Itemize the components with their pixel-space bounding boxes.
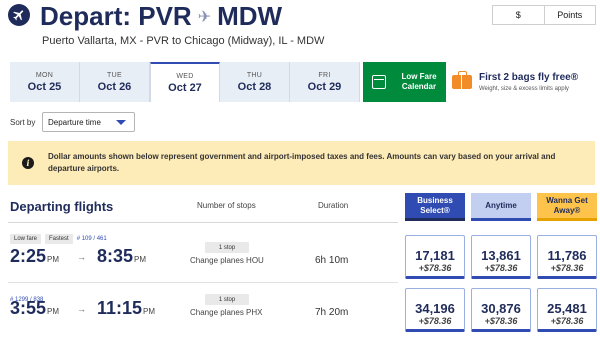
arrow-right-icon: → <box>77 252 86 262</box>
info-icon: i <box>22 157 34 169</box>
fare-points: 30,876 <box>481 301 521 316</box>
arrow-right-icon: → <box>77 304 86 314</box>
sort-label: Sort by <box>10 118 36 127</box>
date-tab-date: Oct 27 <box>168 81 202 94</box>
low-fare-calendar-label: Low Fare Calendar <box>401 72 437 91</box>
fare-header-anytime[interactable]: Anytime <box>471 193 531 221</box>
depart-ampm: PM <box>47 307 60 316</box>
fare-tax: +$78.36 <box>418 316 452 326</box>
date-tab-dow: FRI <box>318 71 331 79</box>
low-fare-calendar-button[interactable]: Low Fare Calendar <box>363 62 446 102</box>
arrive-time: 11:15PM <box>97 298 155 319</box>
date-tab-date: Oct 29 <box>307 80 342 93</box>
fees-notice: i Dollar amounts shown below represent g… <box>8 141 595 185</box>
arrive-time-value: 8:35 <box>97 246 134 266</box>
currency-toggle: $ Points <box>492 5 596 25</box>
fare-points: 17,181 <box>415 248 455 263</box>
fare-tax: +$78.36 <box>550 263 584 273</box>
stops-badge[interactable]: 1 stop <box>205 294 249 305</box>
currency-dollar-option[interactable]: $ <box>493 6 545 24</box>
fare-button-wanna-get-away[interactable]: 25,481 +$78.36 <box>537 288 597 332</box>
fare-button-wanna-get-away[interactable]: 11,786 +$78.36 <box>537 235 597 279</box>
header-divider <box>8 222 398 223</box>
chevron-down-icon <box>116 119 126 125</box>
date-tab-date: Oct 28 <box>237 80 272 93</box>
currency-points-option[interactable]: Points <box>544 6 595 24</box>
fare-tax: +$78.36 <box>550 316 584 326</box>
flight-numbers[interactable]: # 109 / 461 <box>77 236 107 242</box>
bags-promo-subtitle: Weight, size & excess limits apply <box>479 86 569 92</box>
low-fare-badge: Low fare <box>10 234 42 244</box>
fare-button-anytime[interactable]: 13,861 +$78.36 <box>471 235 531 279</box>
date-tab-date: Oct 25 <box>27 80 62 93</box>
depart-time-value: 2:25 <box>10 246 47 266</box>
plane-icon <box>8 4 30 26</box>
depart-time-value: 3:55 <box>10 298 47 318</box>
title-prefix: Depart: <box>40 1 132 31</box>
date-tab-dow: THU <box>246 71 263 79</box>
depart-time: 2:25PM <box>10 246 59 267</box>
stops-badge[interactable]: 1 stop <box>205 242 249 253</box>
depart-ampm: PM <box>47 255 60 264</box>
fare-tax: +$78.36 <box>484 316 518 326</box>
page-title: Depart: PVR ✈ MDW <box>40 1 282 32</box>
sort-select-value: Departure time <box>48 117 101 127</box>
fare-button-business-select[interactable]: 17,181 +$78.36 <box>405 235 465 279</box>
fare-tax: +$78.36 <box>484 263 518 273</box>
arrive-ampm: PM <box>143 307 156 316</box>
date-tab-thu[interactable]: THU Oct 28 <box>220 62 290 102</box>
departing-flights-heading: Departing flights <box>10 199 114 214</box>
bags-promo[interactable]: First 2 bags fly free® Weight, size & ex… <box>450 62 596 102</box>
calendar-icon <box>372 75 386 89</box>
row-divider <box>8 282 398 283</box>
fare-points: 13,861 <box>481 248 521 263</box>
fare-tax: +$78.36 <box>418 263 452 273</box>
fare-points: 34,196 <box>415 301 455 316</box>
origin-code: PVR <box>138 1 192 31</box>
date-tab-dow: MON <box>35 71 54 79</box>
change-planes-info: Change planes HOU <box>190 256 264 265</box>
date-tab-tue[interactable]: TUE Oct 26 <box>80 62 150 102</box>
fare-header-business-select[interactable]: Business Select® <box>405 193 465 221</box>
fare-button-business-select[interactable]: 34,196 +$78.36 <box>405 288 465 332</box>
fare-button-anytime[interactable]: 30,876 +$78.36 <box>471 288 531 332</box>
duration-column-header: Duration <box>318 201 349 210</box>
flight-duration: 6h 10m <box>315 255 349 266</box>
arrive-time: 8:35PM <box>97 246 146 267</box>
date-tab-dow: TUE <box>107 71 122 79</box>
arrive-ampm: PM <box>134 255 147 264</box>
date-tab-dow: WED <box>176 72 194 80</box>
flight-duration: 7h 20m <box>315 307 349 318</box>
fees-notice-text: Dollar amounts shown below represent gov… <box>48 152 556 173</box>
fastest-badge: Fastest <box>45 234 73 244</box>
date-tab-mon[interactable]: MON Oct 25 <box>10 62 80 102</box>
depart-time: 3:55PM <box>10 298 59 319</box>
plane-arrow-icon: ✈ <box>197 8 212 26</box>
date-tab-fri[interactable]: FRI Oct 29 <box>290 62 360 102</box>
bags-promo-title: First 2 bags fly free® <box>479 72 579 83</box>
sort-select[interactable]: Departure time <box>42 112 135 132</box>
date-selector: MON Oct 25 TUE Oct 26 WED Oct 27 THU Oct… <box>10 62 360 102</box>
date-tab-date: Oct 26 <box>97 80 132 93</box>
destination-code: MDW <box>217 1 283 31</box>
arrive-time-value: 11:15 <box>97 298 143 318</box>
route-description: Puerto Vallarta, MX - PVR to Chicago (Mi… <box>42 35 325 47</box>
stops-column-header: Number of stops <box>197 201 256 210</box>
fare-points: 25,481 <box>547 301 587 316</box>
suitcase-icon <box>452 71 472 89</box>
fare-header-wanna-get-away[interactable]: Wanna Get Away® <box>537 193 597 221</box>
fare-points: 11,786 <box>547 248 587 263</box>
date-tab-wed[interactable]: WED Oct 27 <box>150 62 220 102</box>
flight-row-1-tags: Low fare Fastest # 109 / 461 <box>10 234 107 244</box>
change-planes-info: Change planes PHX <box>190 308 263 317</box>
